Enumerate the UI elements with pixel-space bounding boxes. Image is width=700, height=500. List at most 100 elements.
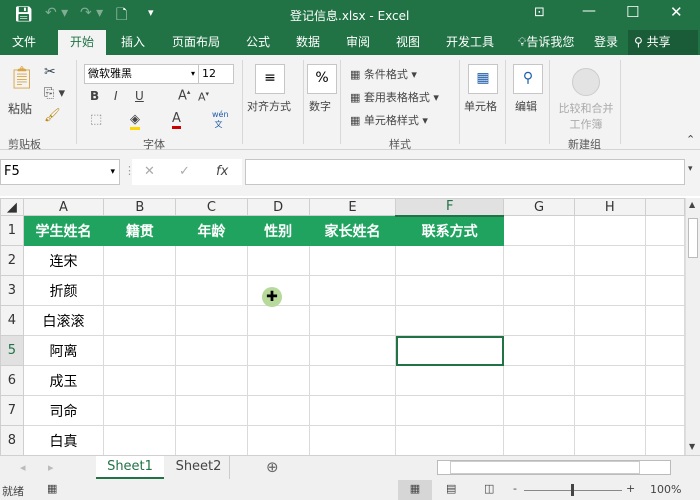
cell[interactable]	[175, 365, 248, 396]
page-layout-view-icon[interactable]: ▤	[446, 482, 456, 495]
zoom-in-button[interactable]: +	[626, 482, 635, 495]
normal-view-icon[interactable]: ▦	[398, 480, 432, 500]
copy-icon[interactable]: ⎘ ▾	[44, 86, 65, 101]
row-header[interactable]: 2	[0, 245, 24, 276]
increase-font-icon[interactable]: A▴	[178, 88, 190, 103]
sheet-tab-sheet1[interactable]: Sheet1	[96, 456, 164, 479]
tell-me-search[interactable]: 💡︎告诉我您	[512, 30, 580, 55]
cell[interactable]	[644, 245, 685, 276]
paste-icon[interactable]: 📋︎	[8, 66, 36, 91]
cell[interactable]	[308, 245, 397, 276]
cell[interactable]	[308, 365, 397, 396]
cell[interactable]	[503, 305, 575, 336]
tab-view[interactable]: 视图	[390, 30, 426, 55]
tab-review[interactable]: 审阅	[340, 30, 376, 55]
cell[interactable]	[308, 275, 397, 306]
tab-home[interactable]: 开始	[58, 30, 107, 55]
horizontal-scroll-thumb[interactable]	[450, 461, 640, 474]
format-painter-icon[interactable]: 🖌︎	[44, 108, 61, 123]
cell[interactable]	[103, 275, 177, 306]
new-file-icon[interactable]: 🗋︎	[116, 4, 127, 28]
column-header[interactable]: G	[503, 198, 575, 216]
cell[interactable]	[175, 305, 248, 336]
cell[interactable]	[103, 245, 177, 276]
cell[interactable]	[503, 365, 575, 396]
cell[interactable]	[175, 425, 248, 455]
cell[interactable]	[395, 365, 505, 396]
row-header[interactable]: 4	[0, 305, 24, 336]
column-header[interactable]	[644, 198, 685, 216]
cell[interactable]	[395, 425, 505, 455]
cell[interactable]	[644, 275, 685, 306]
cell[interactable]	[395, 275, 505, 306]
row-header[interactable]: 1	[0, 215, 24, 246]
selected-cell[interactable]	[395, 335, 505, 366]
header-cell[interactable]: 性别	[246, 215, 310, 246]
cell[interactable]: 阿离	[22, 335, 105, 366]
page-break-view-icon[interactable]: ◫	[484, 482, 494, 495]
cell[interactable]	[395, 395, 505, 426]
cell[interactable]	[103, 305, 177, 336]
editing-group[interactable]: ⚲ 编辑	[507, 60, 550, 144]
insert-function-button[interactable]: fx	[216, 163, 228, 181]
cell[interactable]	[573, 395, 646, 426]
cut-icon[interactable]: ✂	[44, 64, 56, 80]
prev-sheet-icon[interactable]: ◂	[20, 461, 26, 474]
select-all-corner[interactable]: ◢	[0, 198, 24, 216]
cell[interactable]	[503, 215, 575, 246]
minimize-button[interactable]: —	[582, 3, 596, 19]
scroll-down-icon[interactable]: ▼	[689, 442, 695, 451]
borders-icon[interactable]: ⬚	[90, 112, 102, 127]
cell[interactable]: 成玉	[22, 365, 105, 396]
cell[interactable]	[308, 425, 397, 455]
cell-styles-button[interactable]: ▦ 单元格样式 ▾	[350, 112, 428, 128]
cell[interactable]	[395, 305, 505, 336]
cell[interactable]	[175, 395, 248, 426]
collapse-ribbon-icon[interactable]: ⌃	[686, 133, 695, 146]
sheet-tab-sheet2[interactable]: Sheet2	[168, 456, 230, 479]
cell[interactable]	[573, 245, 646, 276]
tab-insert[interactable]: 插入	[115, 30, 151, 55]
header-cell[interactable]: 籍贯	[103, 215, 177, 246]
vertical-scroll-thumb[interactable]	[688, 218, 698, 258]
column-header[interactable]: C	[175, 198, 248, 216]
tab-file[interactable]: 文件	[6, 30, 42, 55]
undo-icon[interactable]: ↶ ▾	[45, 5, 68, 21]
tab-developer[interactable]: 开发工具	[440, 30, 500, 55]
cell[interactable]	[246, 335, 310, 366]
cell[interactable]: 白真	[22, 425, 105, 455]
underline-button[interactable]: U	[135, 89, 144, 103]
horizontal-scrollbar[interactable]	[437, 460, 671, 475]
cell[interactable]	[246, 425, 310, 455]
bold-button[interactable]: B	[90, 89, 99, 103]
zoom-out-button[interactable]: -	[513, 482, 517, 495]
row-header[interactable]: 7	[0, 395, 24, 426]
cell[interactable]	[644, 365, 685, 396]
cell[interactable]	[503, 425, 575, 455]
cell[interactable]	[573, 215, 646, 246]
row-header[interactable]: 5	[0, 335, 24, 366]
column-header[interactable]: F	[395, 198, 505, 217]
cell[interactable]	[308, 305, 397, 336]
cell[interactable]	[503, 335, 575, 366]
alignment-group[interactable]: ≡ 对齐方式	[244, 60, 304, 144]
cell[interactable]	[308, 395, 397, 426]
cell[interactable]	[246, 365, 310, 396]
cell[interactable]	[308, 335, 397, 366]
cell[interactable]	[573, 305, 646, 336]
enter-icon[interactable]: ✓	[179, 163, 190, 181]
cell[interactable]	[503, 245, 575, 276]
row-header[interactable]: 8	[0, 425, 24, 455]
cell[interactable]	[503, 275, 575, 306]
row-header[interactable]: 3	[0, 275, 24, 306]
header-cell[interactable]: 家长姓名	[308, 215, 397, 246]
vertical-scrollbar[interactable]: ▲ ▼	[685, 198, 700, 455]
cell[interactable]	[175, 245, 248, 276]
column-header[interactable]: B	[103, 198, 177, 216]
login-link[interactable]: 登录	[588, 30, 624, 55]
font-name-select[interactable]: 微软雅黑 ▾	[84, 64, 199, 84]
formula-input[interactable]	[245, 159, 685, 185]
tab-page-layout[interactable]: 页面布局	[166, 30, 226, 55]
tab-formulas[interactable]: 公式	[240, 30, 276, 55]
cell[interactable]	[573, 335, 646, 366]
